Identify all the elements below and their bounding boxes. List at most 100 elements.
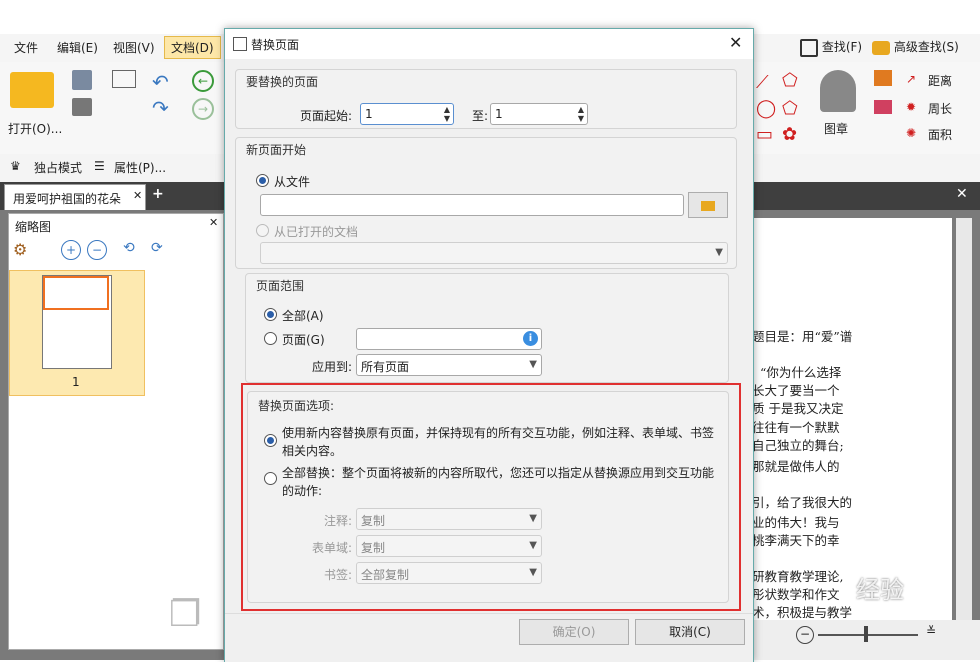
from-open-doc-radio[interactable] <box>256 224 269 237</box>
group-title: 要替换的页面 <box>246 75 319 89</box>
status-bar: − ≚ <box>752 620 980 660</box>
spinner-icon[interactable]: ▲ ▼ <box>444 105 450 123</box>
bookmark-label: 书签: <box>324 568 353 582</box>
rectangle-tool-icon[interactable]: ▭ <box>756 124 773 145</box>
from-open-doc-label: 从已打开的文档 <box>274 225 359 239</box>
menu-view[interactable]: 视图(V) <box>113 39 155 56</box>
file-path-input[interactable] <box>260 194 684 216</box>
zoom-out-status-icon[interactable]: − <box>796 626 814 644</box>
chevron-down-icon: ▼ <box>529 540 537 551</box>
advanced-find-button[interactable]: 高级查找(S) <box>872 38 959 55</box>
end-page-value: 1 <box>495 107 503 121</box>
redo-icon[interactable]: ↷ <box>152 96 169 120</box>
find-icon <box>800 38 818 57</box>
menu-edit[interactable]: 编辑(E) <box>57 39 98 56</box>
rotate-right-icon[interactable]: ⟳ <box>151 240 163 256</box>
cloud-tool-icon[interactable]: ✿ <box>782 124 797 145</box>
range-all-radio[interactable] <box>264 308 277 321</box>
status-chevron-icon[interactable]: ≚ <box>926 624 936 638</box>
exclusive-mode-icon: ♛ <box>10 159 21 173</box>
save-icon[interactable] <box>72 70 92 90</box>
form-field-value: 复制 <box>361 541 386 555</box>
apply-to-value: 所有页面 <box>361 360 410 374</box>
group-replace-options: 替换页面选项: 使用新内容替换原有页面，并保持现有的所有交互功能，例如注释、表单… <box>247 391 729 603</box>
cancel-button[interactable]: 取消(C) <box>635 619 745 645</box>
menu-document[interactable]: 文档(D) <box>164 36 221 59</box>
back-icon[interactable]: ← <box>192 70 214 92</box>
group-pages-to-replace: 要替换的页面 页面起始: 1 ▲ ▼ 至: 1 ▲ ▼ <box>235 69 737 129</box>
bookmark-select[interactable]: 全部复制 ▼ <box>356 562 542 584</box>
open-doc-select[interactable]: ▼ <box>260 242 728 264</box>
document-scrollbar[interactable] <box>956 218 972 660</box>
thumbnail-options-icon[interactable]: ⚙ <box>13 240 27 259</box>
rotate-left-icon[interactable]: ⟲ <box>123 240 135 256</box>
doc-line: 业的伟大！我与 <box>752 515 840 530</box>
doc-line: 自己独立的舞台; <box>752 438 844 453</box>
polygon-tool-icon[interactable]: ⬠ <box>782 70 798 91</box>
chevron-down-icon: ▼ <box>529 359 537 370</box>
perimeter-label[interactable]: 周长 <box>928 100 952 117</box>
zoom-slider[interactable] <box>818 634 918 636</box>
info-icon[interactable]: i <box>523 331 538 346</box>
spinner-icon[interactable]: ▲ ▼ <box>578 105 584 123</box>
open-folder-icon[interactable] <box>10 72 54 108</box>
dialog-app-icon <box>233 37 247 51</box>
replace-all-radio[interactable] <box>264 472 277 485</box>
exclusive-mode-label[interactable]: 独占模式 <box>34 159 82 176</box>
zoom-slider-thumb[interactable] <box>864 626 868 642</box>
replace-all-label-1: 全部替换：整个页面将被新的内容所取代，您还可以指定从替换源应用到交互功能 <box>282 466 715 480</box>
thumbnail-page-1[interactable]: 1 <box>9 270 145 396</box>
keep-interactive-label-2: 相关内容。 <box>282 444 343 458</box>
start-page-label: 页面起始: <box>300 109 353 123</box>
apply-to-label: 应用到: <box>312 360 353 374</box>
pentagon-tool-icon[interactable]: ⬠ <box>782 98 798 119</box>
range-pages-radio[interactable] <box>264 332 277 345</box>
forward-icon[interactable]: → <box>192 98 214 120</box>
keep-interactive-label-1: 使用新内容替换原有页面，并保持现有的所有交互功能，例如注释、表单域、书签 <box>282 426 715 440</box>
from-file-radio[interactable] <box>256 174 269 187</box>
line-tool-icon[interactable]: ⟋ <box>756 72 769 93</box>
browse-file-button[interactable] <box>688 192 728 218</box>
area-label[interactable]: 面积 <box>928 126 952 143</box>
doc-line: 那就是做伟人的 <box>752 459 840 474</box>
document-tab[interactable]: 用爱呵护祖国的花朵 ✕ <box>4 184 146 211</box>
thumbnail-page-number: 1 <box>72 375 80 389</box>
open-label[interactable]: 打开(O)... <box>8 120 62 137</box>
end-page-input[interactable]: 1 ▲ ▼ <box>490 103 588 125</box>
document-page: 题目是：用“爱”谱 “你为什么选择 长大了要当一个 质 于是我又决定 往往有一个… <box>752 218 952 660</box>
folder-icon <box>701 200 715 211</box>
replace-pages-dialog: 替换页面 ✕ 要替换的页面 页面起始: 1 ▲ ▼ 至: 1 ▲ ▼ 新页面开始 从… <box>224 28 754 662</box>
keep-interactive-radio[interactable] <box>264 434 277 447</box>
close-doc-icon[interactable]: ✕ <box>956 186 968 202</box>
dialog-close-icon[interactable]: ✕ <box>729 33 742 52</box>
ellipse-tool-icon[interactable]: ◯ <box>756 98 776 119</box>
form-field-select[interactable]: 复制 ▼ <box>356 535 542 557</box>
ok-button[interactable]: 确定(O) <box>519 619 629 645</box>
apply-to-select[interactable]: 所有页面 ▼ <box>356 354 542 376</box>
distance-label[interactable]: 距离 <box>928 72 952 89</box>
doc-line: “你为什么选择 <box>760 365 842 380</box>
zoom-in-icon[interactable]: + <box>61 240 81 260</box>
doc-line: 长大了要当一个 <box>752 383 840 398</box>
start-page-input[interactable]: 1 ▲ ▼ <box>360 103 454 125</box>
annotation-label: 注释: <box>324 514 353 528</box>
email-icon[interactable] <box>112 70 136 88</box>
close-tab-icon[interactable]: ✕ <box>133 189 142 202</box>
dialog-title: 替换页面 <box>251 38 300 52</box>
new-tab-icon[interactable]: + <box>152 186 164 202</box>
doc-line: 题目是：用“爱”谱 <box>752 329 853 344</box>
annotation-select[interactable]: 复制 ▼ <box>356 508 542 530</box>
properties-label[interactable]: 属性(P)... <box>114 159 166 176</box>
watermark-text: 经验 <box>856 576 904 604</box>
menu-file[interactable]: 文件 <box>14 39 38 56</box>
undo-icon[interactable]: ↶ <box>152 70 169 94</box>
stamp-icon[interactable] <box>820 70 856 112</box>
zoom-out-icon[interactable]: − <box>87 240 107 260</box>
eraser-icon[interactable] <box>874 100 892 114</box>
find-button[interactable]: 查找(F) <box>800 38 862 57</box>
range-pages-input[interactable]: i <box>356 328 542 350</box>
pencil-icon[interactable] <box>874 70 892 86</box>
thumbnail-close-icon[interactable]: ✕ <box>209 216 218 229</box>
print-icon[interactable] <box>72 98 92 116</box>
stamp-label[interactable]: 图章 <box>824 120 848 137</box>
